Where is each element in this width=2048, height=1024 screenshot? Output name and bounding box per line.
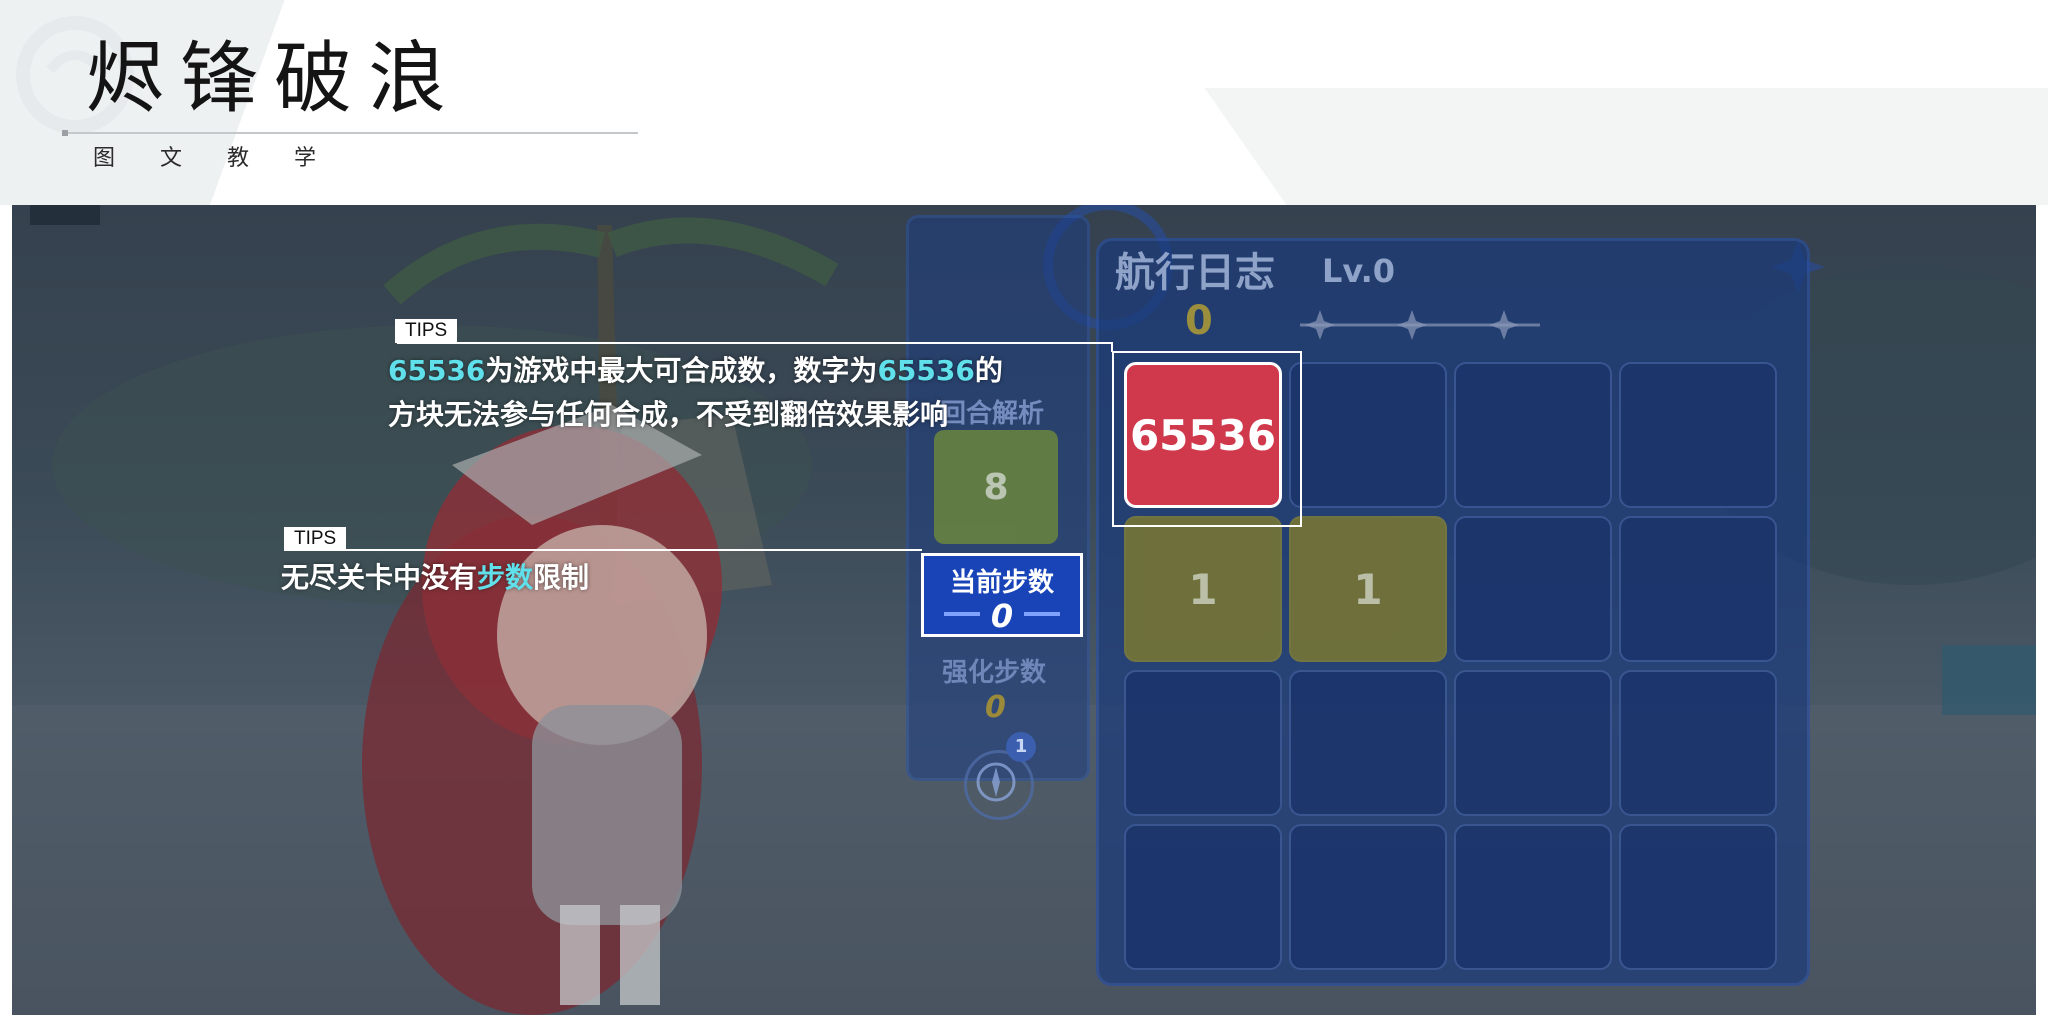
board-cell xyxy=(1619,362,1777,508)
strengthen-steps-value: 0 xyxy=(985,690,1006,725)
tip-highlight: 步数 xyxy=(477,561,534,594)
tip-text-line: 无尽关卡中没有步数限制 xyxy=(281,556,589,600)
tile-highlight-frame xyxy=(1112,351,1302,527)
steps-decoration xyxy=(1024,612,1060,616)
board-cell xyxy=(1124,670,1282,816)
strengthen-steps-label: 强化步数 xyxy=(942,658,1047,688)
board-cell xyxy=(1454,670,1612,816)
board-cell xyxy=(1454,362,1612,508)
tip-highlight: 65536 xyxy=(388,354,486,387)
tip-connector-line xyxy=(1111,342,1113,352)
tips-label: TIPS xyxy=(284,527,347,551)
board-cell xyxy=(1289,670,1447,816)
board-cell xyxy=(1289,824,1447,970)
page-subtitle: 图 文 教 学 xyxy=(93,146,335,171)
title-divider-dot xyxy=(62,130,68,136)
tip-connector-line xyxy=(286,549,922,551)
board-level: Lv.0 xyxy=(1322,252,1396,290)
board-cell xyxy=(1454,824,1612,970)
board-cell xyxy=(1454,516,1612,662)
number-tile: 1 xyxy=(1289,516,1447,662)
tip-text-line: 65536为游戏中最大可合成数，数字为65536的 xyxy=(388,349,1003,393)
tip-highlight: 65536 xyxy=(877,354,975,387)
analysis-label: 回合解析 xyxy=(940,399,1045,429)
preview-tile-value: 8 xyxy=(983,466,1009,508)
board-title: 航行日志 xyxy=(1115,250,1275,296)
tutorial-header: 烬锋破浪 图 文 教 学 xyxy=(0,0,2048,205)
current-steps-box: 当前步数 0 xyxy=(921,553,1083,637)
board-cell xyxy=(1619,516,1777,662)
tile-value: 1 xyxy=(1353,564,1383,614)
tip-text-segment: 无尽关卡中没有 xyxy=(281,561,478,594)
compass-icon xyxy=(976,762,1016,802)
tip-text-segment: 限制 xyxy=(533,561,590,594)
board-score: 0 xyxy=(1185,298,1213,344)
steps-decoration xyxy=(944,612,980,616)
tip-text-segment: 为游戏中最大可合成数，数字为 xyxy=(485,354,878,387)
tip-text-segment: 的 xyxy=(974,354,1003,387)
tip-text-line: 方块无法参与任何合成，不受到翻倍效果影响 xyxy=(388,398,949,431)
tips-label: TIPS xyxy=(395,319,458,343)
current-steps-label: 当前步数 xyxy=(949,568,1054,598)
number-tile: 1 xyxy=(1124,516,1282,662)
star-progress-icon xyxy=(1300,310,1540,340)
board-cell xyxy=(1124,824,1282,970)
tile-value: 1 xyxy=(1188,564,1218,614)
title-divider xyxy=(64,132,638,134)
compass-count-badge: 1 xyxy=(1006,732,1036,762)
tip-connector-line xyxy=(397,342,1113,344)
board-cell xyxy=(1289,362,1447,508)
preview-tile: 8 xyxy=(934,430,1058,544)
board-cell xyxy=(1619,824,1777,970)
header-bg-shape xyxy=(1204,88,2048,205)
page-title: 烬锋破浪 xyxy=(86,34,463,124)
current-steps-value: 0 xyxy=(990,597,1014,635)
board-cell xyxy=(1619,670,1777,816)
